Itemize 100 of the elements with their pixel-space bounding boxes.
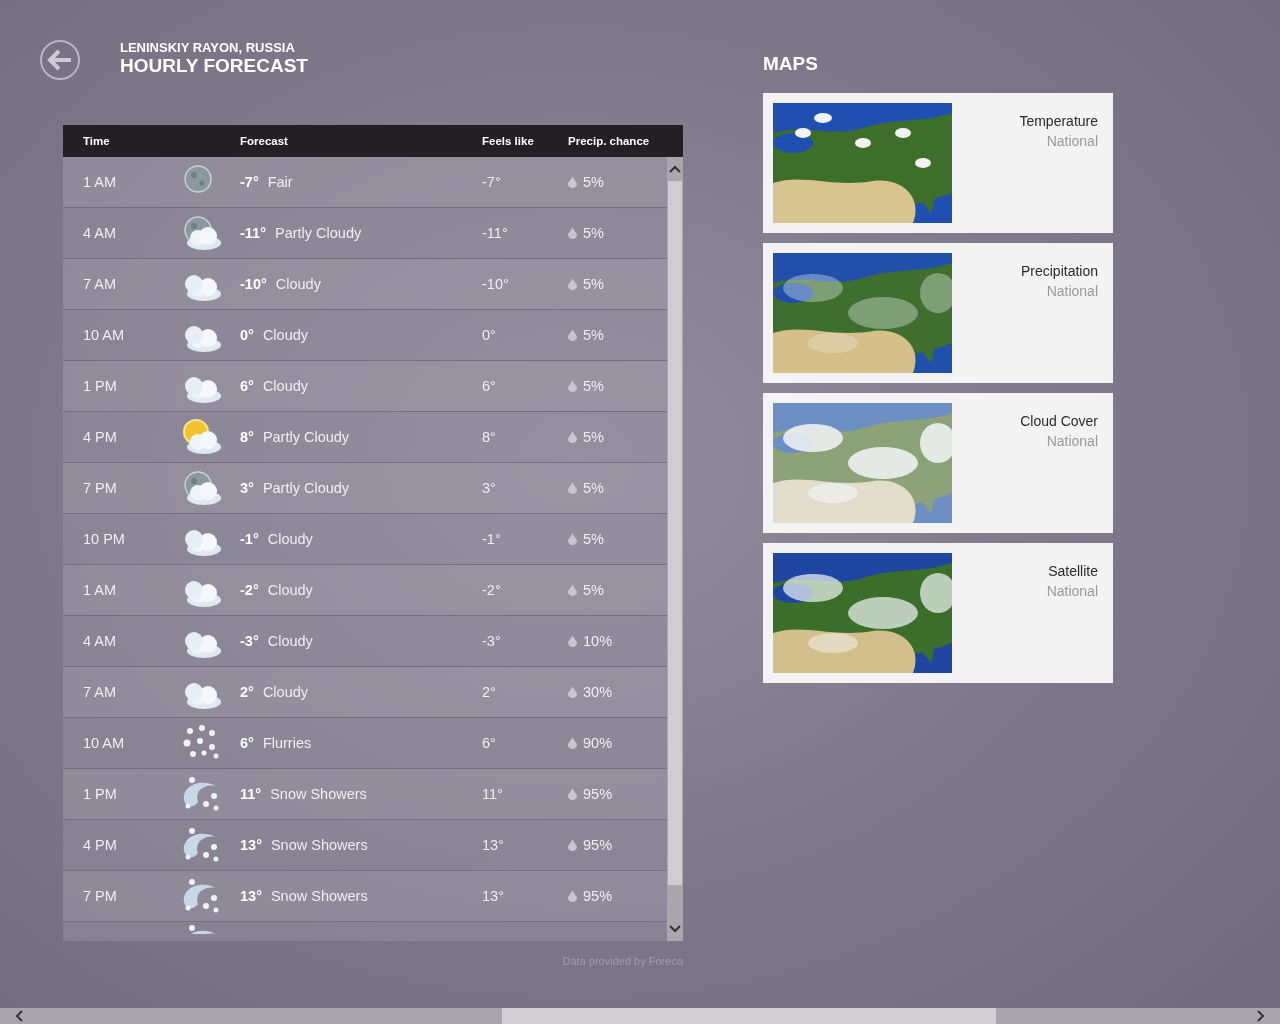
precip-cell: 5%	[583, 327, 604, 343]
map-card[interactable]: Satellite National	[763, 543, 1113, 683]
column-header: Time	[82, 135, 111, 147]
back-button[interactable]	[40, 40, 80, 80]
drop-icon	[568, 788, 577, 800]
precip-cell: 5%	[583, 225, 604, 241]
map-subtitle: National	[1046, 582, 1098, 601]
condition-text: Partly Cloudy	[262, 429, 350, 445]
drop-icon	[568, 890, 577, 902]
condition-text: Cloudy	[262, 684, 308, 700]
drop-icon	[568, 431, 577, 443]
feels-like-cell-text: -1°	[482, 531, 502, 547]
feels-like-cell-text: 2°	[482, 684, 497, 700]
map-title: Temperature	[1019, 112, 1098, 131]
drop-icon	[568, 380, 577, 392]
feels-like-cell-text: 13°	[482, 888, 505, 904]
time-cell-text: 10 AM	[82, 735, 126, 751]
map-card[interactable]: Precipitation National	[763, 243, 1113, 383]
feels-like-cell-text: 3°	[482, 480, 497, 496]
feels-like-cell-text: -7°	[482, 174, 502, 190]
drop-icon	[568, 329, 577, 341]
scroll-right-icon[interactable]	[1256, 1010, 1266, 1022]
feels-like-cell-text: -2°	[482, 582, 502, 598]
section-title: MAPS	[763, 53, 819, 76]
temperature-value: -10°	[240, 276, 267, 292]
scroll-up-icon[interactable]	[669, 165, 681, 173]
time-cell-text: 7 PM	[82, 888, 118, 904]
temperature-value: -2°	[240, 582, 259, 598]
time-cell-text: 7 AM	[82, 684, 118, 700]
map-title: Satellite	[1048, 562, 1098, 581]
time-cell-text: 1 PM	[82, 378, 118, 394]
drop-icon	[568, 482, 577, 494]
temperature-value: 0°	[240, 327, 254, 343]
condition-text: Snow Showers	[270, 888, 368, 904]
precip-cell: 10%	[583, 633, 613, 649]
drop-icon	[568, 533, 577, 545]
scroll-left-icon[interactable]	[14, 1010, 24, 1022]
feels-like-cell-text: 8°	[482, 429, 497, 445]
page-title: HOURLY FORECAST	[120, 55, 308, 77]
map-subtitle: National	[1046, 282, 1098, 301]
scroll-thumb[interactable]	[668, 181, 682, 885]
precip-cell: 5%	[583, 174, 604, 190]
precip-cell: 90%	[583, 735, 613, 751]
condition-text: Snow Showers	[270, 837, 368, 853]
column-header: Forecast	[240, 135, 289, 147]
scroll-thumb[interactable]	[502, 1008, 996, 1024]
drop-icon	[568, 635, 577, 647]
precip-cell: 5%	[583, 582, 604, 598]
feels-like-cell-text: -10°	[482, 276, 510, 292]
precip-cell: 5%	[583, 429, 604, 445]
condition-text: Cloudy	[262, 378, 308, 394]
drop-icon	[568, 737, 577, 749]
time-cell-text: 1 PM	[82, 786, 118, 802]
horizontal-scrollbar[interactable]	[0, 1008, 1280, 1024]
time-cell-text: 10 PM	[82, 531, 126, 547]
precip-cell: 5%	[583, 276, 604, 292]
scrollbar[interactable]	[667, 157, 683, 941]
feels-like-cell-text: 6°	[482, 378, 497, 394]
drop-icon	[568, 176, 577, 188]
feels-like-cell-text: -3°	[482, 633, 502, 649]
map-card[interactable]: Temperature National	[763, 93, 1113, 233]
temperature-value: 11°	[240, 786, 262, 802]
feels-like-cell-text: -11°	[482, 225, 509, 241]
precip-cell: 5%	[583, 531, 604, 547]
precip-cell: 5%	[583, 480, 604, 496]
temperature-value: -11°	[240, 225, 266, 241]
drop-icon	[568, 686, 577, 698]
feels-like-cell-text: 0°	[482, 327, 497, 343]
column-header: Feels like	[482, 135, 535, 147]
condition-text: Partly Cloudy	[262, 480, 350, 496]
drop-icon	[568, 227, 577, 239]
temperature-value: 6°	[240, 735, 254, 751]
temperature-value: 2°	[240, 684, 254, 700]
time-cell-text: 1 AM	[82, 582, 118, 598]
temperature-value: 3°	[240, 480, 254, 496]
condition-text: Cloudy	[267, 633, 313, 649]
time-cell-text: 1 AM	[82, 174, 118, 190]
map-card[interactable]: Cloud Cover National	[763, 393, 1113, 533]
map-title: Precipitation	[1020, 262, 1098, 281]
drop-icon	[568, 584, 577, 596]
map-subtitle: National	[1046, 432, 1098, 451]
condition-text: Flurries	[262, 735, 312, 751]
location-name: LENINSKIY RAYON, RUSSIA	[120, 41, 296, 55]
map-subtitle: National	[1046, 132, 1098, 151]
feels-like-cell-text: 13°	[482, 837, 505, 853]
condition-text: Cloudy	[275, 276, 321, 292]
temperature-value: 13°	[240, 888, 262, 904]
precip-cell: 95%	[583, 837, 613, 853]
time-cell-text: 4 AM	[82, 633, 118, 649]
condition-text: Cloudy	[267, 582, 313, 598]
time-cell-text: 10 AM	[82, 327, 126, 343]
feels-like-cell-text: 6°	[482, 735, 497, 751]
time-cell-text: 7 PM	[82, 480, 118, 496]
condition-text: Cloudy	[267, 531, 313, 547]
feels-like-cell-text: 11°	[482, 786, 504, 802]
drop-icon	[568, 839, 577, 851]
map-title: Cloud Cover	[1020, 412, 1098, 431]
time-cell-text: 4 AM	[82, 225, 118, 241]
drop-icon	[568, 278, 577, 290]
scroll-down-icon[interactable]	[669, 925, 681, 933]
